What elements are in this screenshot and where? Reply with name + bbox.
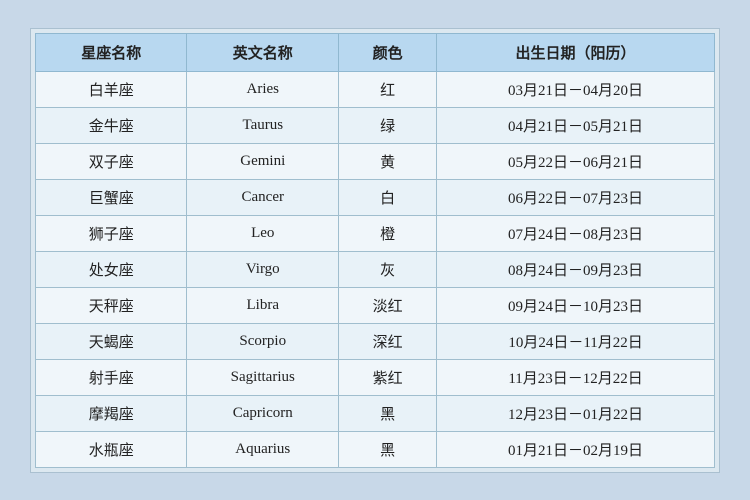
cell-chinese-name: 白羊座 (36, 71, 187, 107)
cell-dates: 12月23日－01月22日 (437, 395, 715, 431)
table-row: 巨蟹座Cancer白06月22日－07月23日 (36, 179, 715, 215)
header-color: 颜色 (339, 33, 437, 71)
table-row: 摩羯座Capricorn黑12月23日－01月22日 (36, 395, 715, 431)
cell-english-name: Aquarius (187, 431, 339, 467)
cell-english-name: Gemini (187, 143, 339, 179)
zodiac-table: 星座名称 英文名称 颜色 出生日期（阳历） 白羊座Aries红03月21日－04… (35, 33, 715, 468)
cell-english-name: Cancer (187, 179, 339, 215)
cell-chinese-name: 处女座 (36, 251, 187, 287)
zodiac-table-container: 星座名称 英文名称 颜色 出生日期（阳历） 白羊座Aries红03月21日－04… (30, 28, 720, 473)
cell-chinese-name: 金牛座 (36, 107, 187, 143)
table-row: 金牛座Taurus绿04月21日－05月21日 (36, 107, 715, 143)
cell-color: 黄 (339, 143, 437, 179)
cell-chinese-name: 射手座 (36, 359, 187, 395)
cell-color: 深红 (339, 323, 437, 359)
cell-color: 白 (339, 179, 437, 215)
table-row: 白羊座Aries红03月21日－04月20日 (36, 71, 715, 107)
table-row: 水瓶座Aquarius黑01月21日－02月19日 (36, 431, 715, 467)
cell-chinese-name: 水瓶座 (36, 431, 187, 467)
cell-english-name: Scorpio (187, 323, 339, 359)
cell-dates: 09月24日－10月23日 (437, 287, 715, 323)
cell-dates: 05月22日－06月21日 (437, 143, 715, 179)
header-dates: 出生日期（阳历） (437, 33, 715, 71)
cell-english-name: Capricorn (187, 395, 339, 431)
table-row: 狮子座Leo橙07月24日－08月23日 (36, 215, 715, 251)
table-row: 天秤座Libra淡红09月24日－10月23日 (36, 287, 715, 323)
cell-color: 淡红 (339, 287, 437, 323)
cell-color: 红 (339, 71, 437, 107)
table-header-row: 星座名称 英文名称 颜色 出生日期（阳历） (36, 33, 715, 71)
header-chinese-name: 星座名称 (36, 33, 187, 71)
cell-chinese-name: 天蝎座 (36, 323, 187, 359)
cell-dates: 08月24日－09月23日 (437, 251, 715, 287)
cell-color: 紫红 (339, 359, 437, 395)
cell-color: 灰 (339, 251, 437, 287)
table-row: 天蝎座Scorpio深红10月24日－11月22日 (36, 323, 715, 359)
cell-english-name: Leo (187, 215, 339, 251)
cell-chinese-name: 狮子座 (36, 215, 187, 251)
cell-dates: 11月23日－12月22日 (437, 359, 715, 395)
cell-color: 橙 (339, 215, 437, 251)
table-body: 白羊座Aries红03月21日－04月20日金牛座Taurus绿04月21日－0… (36, 71, 715, 467)
table-row: 双子座Gemini黄05月22日－06月21日 (36, 143, 715, 179)
cell-chinese-name: 双子座 (36, 143, 187, 179)
cell-dates: 04月21日－05月21日 (437, 107, 715, 143)
cell-dates: 07月24日－08月23日 (437, 215, 715, 251)
cell-chinese-name: 巨蟹座 (36, 179, 187, 215)
cell-color: 黑 (339, 431, 437, 467)
cell-chinese-name: 摩羯座 (36, 395, 187, 431)
table-row: 处女座Virgo灰08月24日－09月23日 (36, 251, 715, 287)
cell-dates: 06月22日－07月23日 (437, 179, 715, 215)
cell-english-name: Sagittarius (187, 359, 339, 395)
cell-dates: 03月21日－04月20日 (437, 71, 715, 107)
cell-dates: 01月21日－02月19日 (437, 431, 715, 467)
cell-color: 黑 (339, 395, 437, 431)
cell-english-name: Virgo (187, 251, 339, 287)
table-row: 射手座Sagittarius紫红11月23日－12月22日 (36, 359, 715, 395)
cell-color: 绿 (339, 107, 437, 143)
cell-english-name: Taurus (187, 107, 339, 143)
cell-dates: 10月24日－11月22日 (437, 323, 715, 359)
header-english-name: 英文名称 (187, 33, 339, 71)
cell-english-name: Aries (187, 71, 339, 107)
cell-chinese-name: 天秤座 (36, 287, 187, 323)
cell-english-name: Libra (187, 287, 339, 323)
